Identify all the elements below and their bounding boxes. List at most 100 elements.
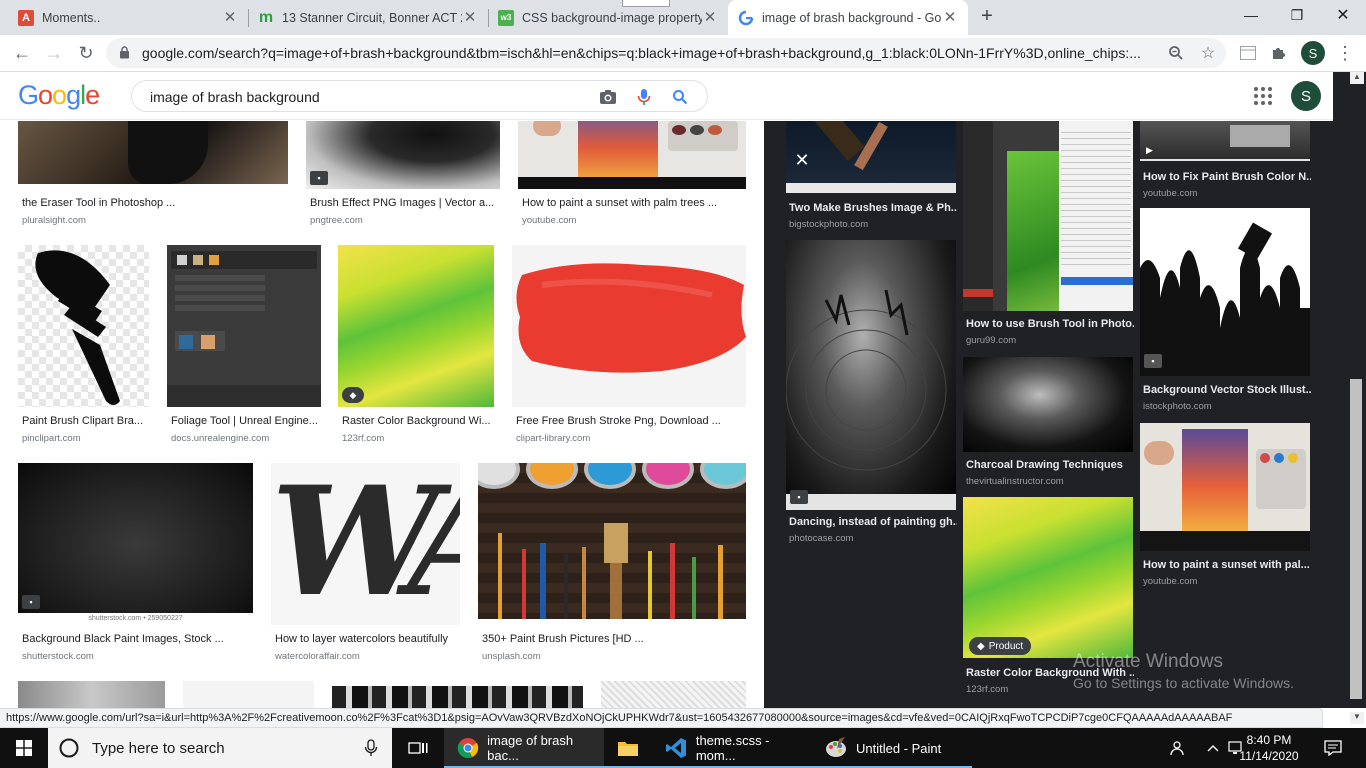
result-thumbnail[interactable]: ▪ [306,121,500,189]
result-thumbnail[interactable] [478,463,746,619]
product-chip[interactable]: ◆ Product [969,637,1032,655]
extension-icon[interactable] [1238,43,1258,63]
microphone-icon[interactable] [634,87,654,107]
result-title[interactable]: Raster Color Background Wi... [342,415,494,427]
chevron-up-icon[interactable] [1203,738,1223,758]
result-card[interactable]: 350+ Paint Brush Pictures [HD ... unspla… [478,463,746,663]
related-thumbnail[interactable] [963,357,1133,452]
related-thumbnail[interactable] [1140,423,1310,551]
related-image-card[interactable]: Two Make Brushes Image & Ph... bigstockp… [786,121,957,233]
related-thumbnail[interactable]: ◆ Product [963,497,1133,658]
result-card[interactable]: the Eraser Tool in Photoshop ... plurals… [18,121,288,231]
microphone-icon[interactable] [364,739,378,757]
result-thumbnail[interactable] [183,681,314,708]
related-image-card[interactable]: Charcoal Drawing Techniques thevirtualin… [963,357,1133,491]
close-icon[interactable]: ✕ [702,9,718,26]
tab-google-images[interactable]: image of brash background - Go ✕ [728,0,968,35]
search-input[interactable] [150,87,590,107]
result-card[interactable] [183,681,314,708]
result-thumbnail[interactable] [18,681,165,708]
result-card[interactable]: Foliage Tool | Unreal Engine... docs.unr… [167,245,321,445]
result-title[interactable]: 350+ Paint Brush Pictures [HD ... [482,633,746,645]
related-image-card[interactable]: ◆ Product Raster Color Background With .… [963,497,1134,697]
scroll-up-arrow[interactable]: ▲ [1350,72,1364,84]
result-thumbnail[interactable] [512,245,746,407]
result-thumbnail[interactable] [167,245,321,407]
result-card[interactable]: WA How to layer watercolors beautifully … [271,463,460,663]
result-title[interactable]: Foliage Tool | Unreal Engine... [171,415,321,427]
new-tab-button[interactable]: + [977,6,997,26]
result-thumbnail[interactable] [601,681,746,708]
tab-moments[interactable]: A Moments.. ✕ [8,0,248,35]
result-thumbnail[interactable] [332,686,583,708]
notification-center-icon[interactable] [1323,738,1343,758]
account-avatar[interactable]: S [1291,81,1321,111]
google-logo[interactable]: Google [18,80,100,111]
minimize-button[interactable]: — [1228,0,1274,30]
related-title[interactable]: Two Make Brushes Image & Ph... [789,202,957,214]
google-apps-icon[interactable] [1253,86,1273,106]
related-image-card[interactable]: ▶ How to Fix Paint Brush Color N... yout… [1140,121,1311,201]
related-thumbnail[interactable]: ▶ [1140,121,1310,161]
related-image-card[interactable]: ▪ Dancing, instead of painting gh... pho… [786,240,957,550]
window-close-button[interactable]: ✕ [1320,0,1366,30]
result-card[interactable]: ▪ Brush Effect PNG Images | Vector a... … [306,121,500,231]
taskbar-file-explorer-app[interactable] [604,728,652,768]
result-card[interactable]: Free Free Brush Stroke Png, Download ...… [512,245,746,445]
windows-start-icon[interactable] [0,728,48,768]
close-panel-button[interactable]: ✕ [790,148,814,172]
result-card[interactable] [601,681,746,708]
result-title[interactable]: Free Free Brush Stroke Png, Download ... [516,415,746,427]
result-title[interactable]: How to paint a sunset with palm trees ..… [522,197,747,209]
url-text[interactable]: google.com/search?q=image+of+brash+backg… [142,45,1152,61]
result-thumbnail[interactable] [18,245,149,407]
result-title[interactable]: Paint Brush Clipart Bra... [22,415,150,427]
scroll-down-arrow[interactable]: ▼ [1350,712,1364,724]
related-image-card[interactable]: How to use Brush Tool in Photo... guru99… [963,121,1134,351]
maximize-button[interactable]: ❐ [1274,0,1320,30]
result-title[interactable]: Background Black Paint Images, Stock ... [22,633,254,645]
tab-search-handle[interactable] [622,0,670,7]
camera-icon[interactable] [598,87,618,107]
related-title[interactable]: Raster Color Background With ... [966,667,1134,679]
tab-css-background[interactable]: w3 CSS background-image property ✕ [488,0,728,35]
taskbar-search-box[interactable]: Type here to search [48,728,392,768]
related-title[interactable]: Dancing, instead of painting gh... [789,516,957,528]
related-title[interactable]: Background Vector Stock Illust... [1143,384,1311,396]
people-icon[interactable] [1168,738,1188,758]
related-image-card[interactable]: ▪ Background Vector Stock Illust... isto… [1140,208,1311,418]
task-view-icon[interactable] [396,728,444,768]
profile-avatar-button[interactable]: S [1301,41,1325,65]
result-thumbnail[interactable]: ◆ [338,245,494,407]
bookmark-star-icon[interactable]: ☆ [1198,43,1218,63]
result-card[interactable]: ◆ Raster Color Background Wi... 123rf.co… [338,245,494,445]
related-title[interactable]: How to Fix Paint Brush Color N... [1143,171,1311,183]
taskbar-clock[interactable]: 8:40 PM 11/14/2020 [1237,732,1301,764]
result-thumbnail[interactable] [18,121,288,184]
related-thumbnail[interactable] [963,121,1133,311]
browser-menu-button[interactable]: ⋮ [1335,41,1355,65]
related-image-card[interactable]: How to paint a sunset with pal... youtub… [1140,423,1310,593]
result-card[interactable]: Paint Brush Clipart Bra... pinclipart.co… [18,245,149,445]
zoom-icon[interactable] [1166,43,1186,63]
result-thumbnail[interactable]: shutterstock.com • 259050227 ▪ [18,463,253,625]
tab-stanner-circuit[interactable]: m 13 Stanner Circuit, Bonner ACT 26 ✕ [248,0,488,35]
close-icon[interactable]: ✕ [942,9,958,26]
taskbar-paint-app[interactable]: Untitled - Paint [812,728,972,768]
related-thumbnail[interactable]: ▪ [786,240,956,510]
result-thumbnail[interactable]: WA [271,463,460,625]
result-title[interactable]: Brush Effect PNG Images | Vector a... [310,197,500,209]
result-card[interactable]: shutterstock.com • 259050227 ▪ Backgroun… [18,463,253,663]
related-thumbnail[interactable]: ▪ [1140,208,1310,376]
related-title[interactable]: How to paint a sunset with pal... [1143,559,1311,571]
related-title[interactable]: How to use Brush Tool in Photo... [966,318,1134,330]
result-title[interactable]: How to layer watercolors beautifully [275,633,461,645]
back-button[interactable]: ← [8,39,36,67]
result-card[interactable] [332,686,583,708]
close-icon[interactable]: ✕ [462,9,478,26]
extensions-puzzle-icon[interactable] [1269,43,1289,63]
taskbar-chrome-app[interactable]: image of brash bac... [444,728,604,768]
address-bar[interactable]: google.com/search?q=image+of+brash+backg… [106,38,1226,68]
result-card[interactable]: How to paint a sunset with palm trees ..… [518,121,746,231]
related-title[interactable]: Charcoal Drawing Techniques [966,459,1134,471]
